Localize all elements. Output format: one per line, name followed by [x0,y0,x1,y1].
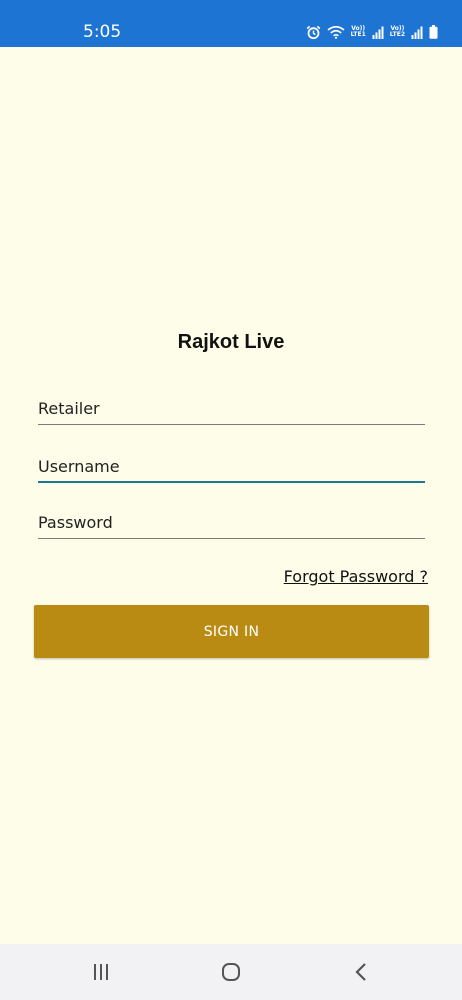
sim1-label: Vo)) LTE1 [350,25,366,38]
password-field[interactable] [38,509,425,539]
battery-icon [429,25,438,39]
back-icon [355,963,366,981]
back-button[interactable] [349,961,373,983]
login-screen: Rajkot Live Forgot Password ? SIGN IN [0,47,462,944]
signal-icon [372,26,384,39]
sign-in-button[interactable]: SIGN IN [34,605,429,658]
navigation-bar [0,944,462,1000]
username-field[interactable] [38,453,425,483]
home-button[interactable] [219,961,243,983]
password-underline [38,538,425,539]
username-input[interactable] [38,453,425,479]
forgot-password-link[interactable]: Forgot Password ? [284,567,428,586]
wifi-icon [327,25,345,39]
app-title: Rajkot Live [177,331,285,353]
retailer-underline [38,424,425,425]
sim2-label: Vo)) LTE2 [389,25,405,38]
home-icon [222,963,240,981]
signal-icon [411,26,423,39]
username-underline [38,481,425,483]
status-time: 5:05 [83,22,122,42]
retailer-field[interactable] [38,395,425,425]
status-bar: 5:05 Vo)) LTE1 Vo)) LTE2 [0,0,462,47]
recent-apps-icon [94,964,108,980]
recent-apps-button[interactable] [89,961,113,983]
password-input[interactable] [38,509,425,535]
retailer-input[interactable] [38,395,425,421]
status-icons: Vo)) LTE1 Vo)) LTE2 [306,22,438,42]
alarm-icon [306,25,320,39]
